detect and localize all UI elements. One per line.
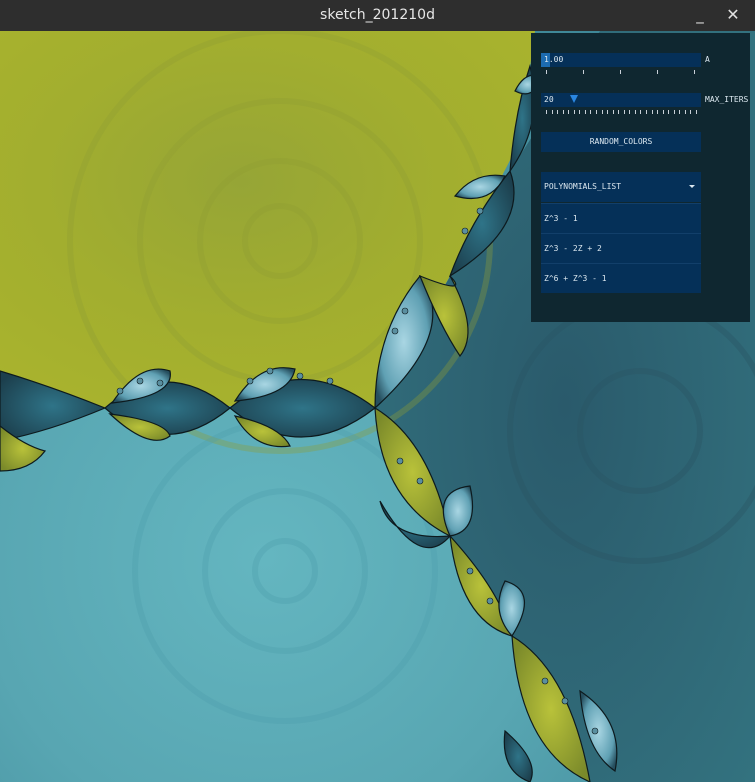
list-item[interactable]: Z^3 - 1 [541, 203, 701, 233]
slider-tick [602, 110, 603, 114]
slider-max-iters-handle[interactable] [570, 95, 578, 103]
slider-tick [590, 110, 591, 114]
list-item-label: Z^6 + Z^3 - 1 [544, 274, 607, 283]
app-window: sketch_201210d _ ✕ 1.00 A 20 MAX_ITERS R… [0, 0, 755, 782]
slider-tick [552, 110, 553, 114]
slider-tick [546, 110, 547, 114]
dropdown-caret-icon [689, 185, 695, 188]
random-colors-button[interactable]: RANDOM_COLORS [541, 132, 701, 152]
slider-tick [624, 110, 625, 114]
slider-a-label: A [705, 55, 710, 64]
slider-tick [690, 110, 691, 114]
list-item[interactable]: Z^6 + Z^3 - 1 [541, 263, 701, 293]
slider-tick [557, 110, 558, 114]
slider-tick [640, 110, 641, 114]
slider-tick [652, 110, 653, 114]
control-panel: 1.00 A 20 MAX_ITERS RANDOM_COLORS POLYNO… [531, 33, 750, 322]
close-icon[interactable]: ✕ [718, 0, 748, 30]
slider-tick [568, 110, 569, 114]
minimize-icon[interactable]: _ [685, 0, 715, 30]
title-bar[interactable]: sketch_201210d _ ✕ [0, 0, 755, 32]
slider-tick [646, 110, 647, 114]
slider-a-ticks [546, 70, 696, 76]
slider-tick [607, 110, 608, 114]
slider-tick [629, 110, 630, 114]
slider-a[interactable]: 1.00 [541, 53, 701, 67]
slider-tick [674, 110, 675, 114]
slider-tick [618, 110, 619, 114]
slider-tick [657, 110, 658, 114]
slider-tick [696, 110, 697, 114]
slider-tick [613, 110, 614, 114]
slider-max-iters-ticks [546, 110, 697, 116]
polynomials-list-dropdown[interactable]: POLYNOMIALS_LIST [541, 172, 701, 202]
slider-tick [596, 110, 597, 114]
slider-tick [585, 110, 586, 114]
slider-max-iters-value: 20 [544, 95, 554, 104]
slider-max-iters[interactable]: 20 [541, 93, 701, 107]
slider-tick [563, 110, 564, 114]
slider-tick [679, 110, 680, 114]
slider-tick [579, 110, 580, 114]
window-title: sketch_201210d [320, 7, 435, 23]
slider-a-value: 1.00 [544, 55, 564, 64]
slider-tick [574, 110, 575, 114]
slider-max-iters-label: MAX_ITERS [705, 95, 749, 104]
list-item-label: Z^3 - 1 [544, 214, 578, 223]
list-item-label: Z^3 - 2Z + 2 [544, 244, 602, 253]
list-item[interactable]: Z^3 - 2Z + 2 [541, 233, 701, 263]
slider-tick [663, 110, 664, 114]
polynomials-list-label: POLYNOMIALS_LIST [544, 182, 622, 191]
slider-tick [668, 110, 669, 114]
slider-tick [685, 110, 686, 114]
slider-tick [635, 110, 636, 114]
